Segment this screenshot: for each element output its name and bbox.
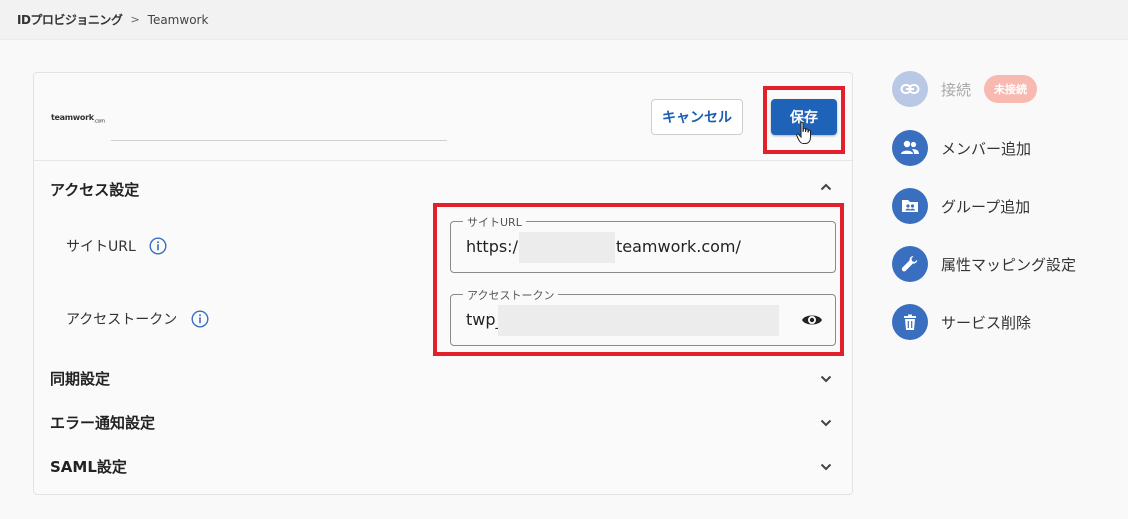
teamwork-logo: teamwork.com — [51, 113, 105, 125]
attribute-mapping-label: 属性マッピング設定 — [941, 255, 1077, 274]
error-notify-settings-title[interactable]: エラー通知設定 — [50, 412, 155, 433]
breadcrumb-root-link[interactable]: IDプロビジョニング — [17, 11, 123, 28]
cancel-button[interactable]: キャンセル — [651, 99, 743, 135]
breadcrumb: IDプロビジョニング > Teamwork — [17, 11, 208, 28]
access-settings-title[interactable]: アクセス設定 — [50, 179, 139, 200]
add-group-label: グループ追加 — [941, 197, 1031, 216]
top-bar: IDプロビジョニング > Teamwork — [0, 0, 1128, 40]
link-icon — [892, 71, 928, 107]
trash-icon — [892, 304, 928, 340]
status-badge: 未接続 — [984, 75, 1038, 103]
chevron-down-icon[interactable] — [818, 459, 834, 475]
wrench-icon — [892, 246, 928, 282]
add-member-label: メンバー追加 — [941, 139, 1032, 158]
breadcrumb-current: Teamwork — [147, 12, 209, 27]
people-icon — [892, 130, 928, 166]
chevron-down-icon[interactable] — [818, 371, 834, 387]
delete-service-label: サービス削除 — [941, 313, 1032, 332]
sidebar-item-connect[interactable]: 接続 未接続 — [892, 71, 1038, 107]
sidebar-item-delete-service[interactable]: サービス削除 — [892, 304, 1031, 340]
connect-label: 接続 — [941, 80, 972, 99]
access-token-label: アクセストークン — [66, 312, 178, 328]
sidebar-item-add-member[interactable]: メンバー追加 — [892, 130, 1031, 166]
header-divider — [111, 139, 447, 141]
group-folder-icon — [892, 188, 928, 224]
token-row-label: アクセストークン — [66, 309, 209, 329]
hand-cursor-icon — [796, 121, 811, 144]
sidebar-item-add-group[interactable]: グループ追加 — [892, 188, 1030, 224]
card-header: teamwork.com キャンセル 保存 — [34, 73, 852, 161]
logo-sub: .com — [93, 118, 105, 125]
sidebar-item-attribute-mapping[interactable]: 属性マッピング設定 — [892, 246, 1076, 282]
breadcrumb-separator: > — [130, 13, 140, 26]
chevron-up-icon[interactable] — [818, 179, 834, 195]
site-url-row-label: サイトURL — [66, 236, 167, 256]
sync-settings-title[interactable]: 同期設定 — [50, 368, 110, 389]
saml-settings-title[interactable]: SAML設定 — [50, 456, 127, 477]
fields-highlight-box — [433, 203, 844, 356]
logo-text: teamwork — [51, 113, 94, 122]
site-url-label: サイトURL — [66, 239, 136, 255]
info-icon[interactable] — [191, 310, 209, 328]
chevron-down-icon[interactable] — [818, 415, 834, 431]
info-icon[interactable] — [149, 237, 167, 255]
